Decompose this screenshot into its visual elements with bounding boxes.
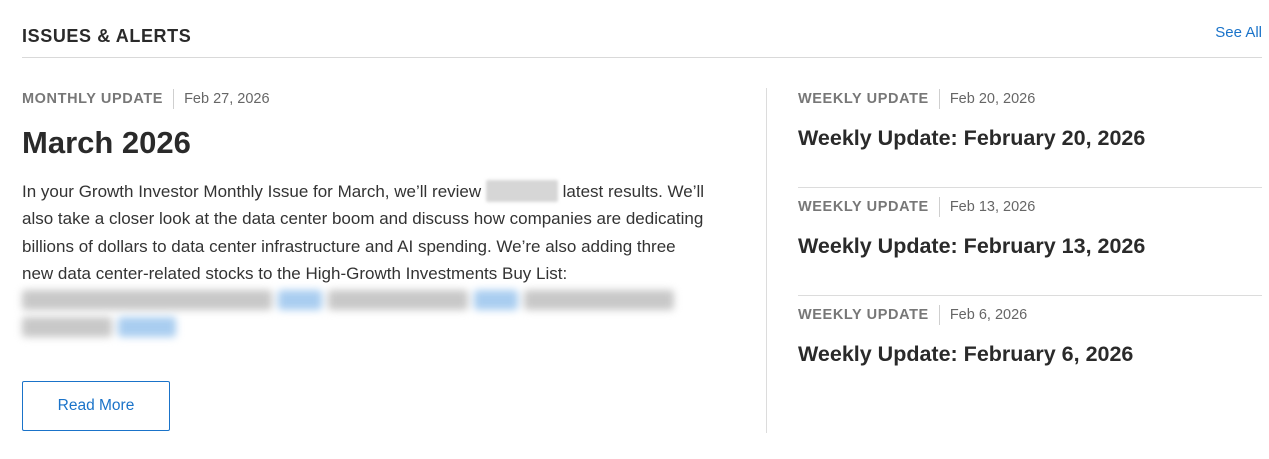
article-date: Feb 6, 2026: [949, 307, 1028, 323]
weekly-updates-list: WEEKLY UPDATE Feb 20, 2026 Weekly Update…: [798, 80, 1262, 404]
featured-meta: MONTHLY UPDATE Feb 27, 2026: [22, 88, 712, 110]
article-type-label: WEEKLY UPDATE: [798, 197, 940, 217]
weekly-update-item: WEEKLY UPDATE Feb 6, 2026 Weekly Update:…: [798, 296, 1262, 404]
weekly-update-item: WEEKLY UPDATE Feb 13, 2026 Weekly Update…: [798, 188, 1262, 296]
featured-article: MONTHLY UPDATE Feb 27, 2026 March 2026 I…: [22, 88, 712, 343]
weekly-update-item: WEEKLY UPDATE Feb 20, 2026 Weekly Update…: [798, 80, 1262, 188]
section-header: ISSUES & ALERTS See All: [22, 0, 1262, 58]
article-date: Feb 13, 2026: [949, 199, 1036, 215]
weekly-update-title[interactable]: Weekly Update: February 20, 2026: [798, 124, 1262, 152]
featured-title[interactable]: March 2026: [22, 124, 712, 162]
article-type-label: WEEKLY UPDATE: [798, 89, 940, 109]
redacted-text: [485, 179, 558, 202]
redacted-line: [22, 317, 182, 339]
redacted-line: [22, 290, 680, 312]
weekly-update-title[interactable]: Weekly Update: February 13, 2026: [798, 232, 1262, 260]
section-title: ISSUES & ALERTS: [22, 26, 192, 46]
weekly-update-title[interactable]: Weekly Update: February 6, 2026: [798, 340, 1262, 368]
redacted-stock-list: [22, 287, 707, 343]
article-type-label: WEEKLY UPDATE: [798, 305, 940, 325]
weekly-meta: WEEKLY UPDATE Feb 13, 2026: [798, 196, 1262, 218]
see-all-link[interactable]: See All: [1215, 24, 1262, 41]
article-date: Feb 27, 2026: [184, 91, 270, 107]
weekly-meta: WEEKLY UPDATE Feb 6, 2026: [798, 304, 1262, 326]
column-divider: [766, 88, 767, 433]
weekly-meta: WEEKLY UPDATE Feb 20, 2026: [798, 88, 1262, 110]
featured-description: In your Growth Investor Monthly Issue fo…: [22, 178, 707, 343]
article-type-label: MONTHLY UPDATE: [22, 89, 175, 109]
read-more-button[interactable]: Read More: [22, 381, 170, 431]
article-date: Feb 20, 2026: [949, 91, 1036, 107]
description-text-start: In your Growth Investor Monthly Issue fo…: [22, 182, 482, 201]
